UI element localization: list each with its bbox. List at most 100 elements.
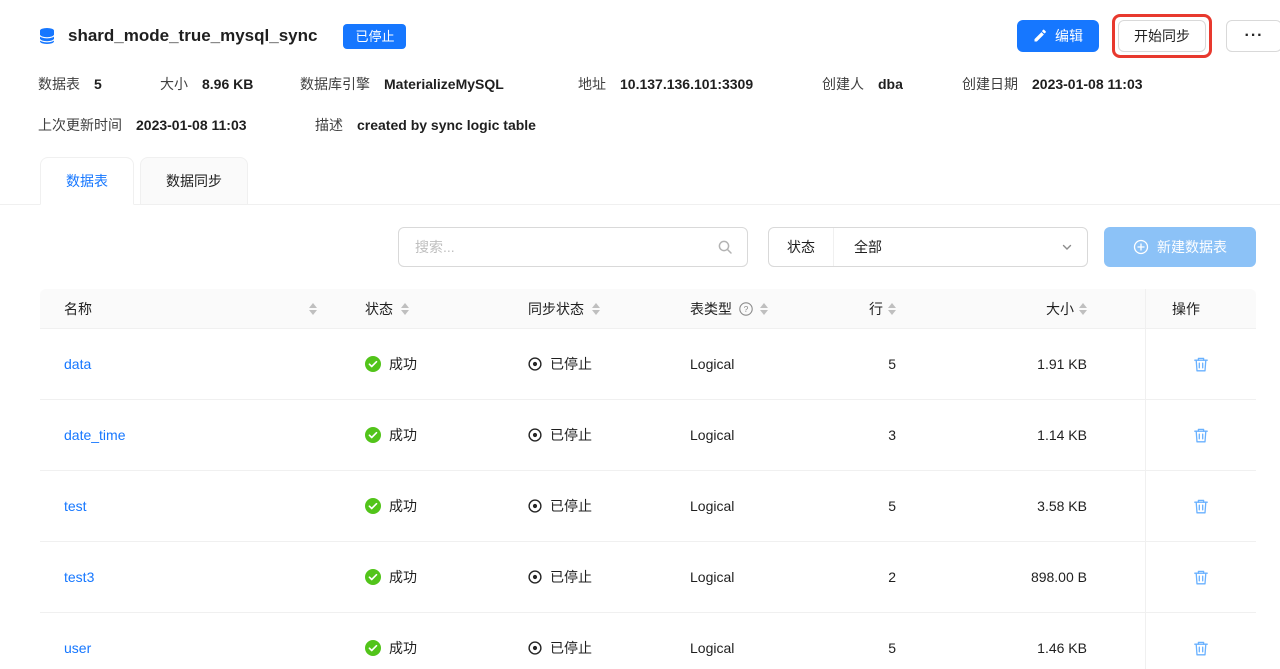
success-check-icon xyxy=(365,569,381,585)
table-row: date_time 成功 已停止 Logical 3 1.14 KB xyxy=(40,400,1256,471)
tab-data-tables[interactable]: 数据表 xyxy=(40,157,134,205)
table-row: test 成功 已停止 Logical 5 3.58 KB xyxy=(40,471,1256,542)
delete-button[interactable] xyxy=(1189,494,1213,519)
table-type-text: Logical xyxy=(690,498,735,514)
status-filter-select[interactable]: 全部 xyxy=(834,237,1087,257)
table-body: data 成功 已停止 Logical 5 1.91 KB date_time … xyxy=(40,329,1256,669)
status-filter-label: 状态 xyxy=(787,239,815,255)
sync-stopped-icon xyxy=(528,357,542,371)
meta-value: 2023-01-08 11:03 xyxy=(136,117,247,133)
meta-value: MaterializeMySQL xyxy=(384,76,504,92)
row-count-text: 2 xyxy=(888,569,896,585)
header-table-type-label: 表类型 xyxy=(690,300,732,317)
header-status-label: 状态 xyxy=(365,300,393,317)
meta-label: 描述 xyxy=(315,117,343,133)
table-type-text: Logical xyxy=(690,356,735,372)
sync-status-text: 已停止 xyxy=(550,569,592,585)
header-actions: 编辑 开始同步 ··· xyxy=(1017,14,1280,58)
header-status[interactable]: 状态 xyxy=(365,289,510,328)
meta-label: 数据库引擎 xyxy=(300,76,370,92)
meta-value: 2023-01-08 11:03 xyxy=(1032,76,1143,92)
table-type-text: Logical xyxy=(690,569,735,585)
page-title: shard_mode_true_mysql_sync xyxy=(68,26,318,45)
delete-button[interactable] xyxy=(1189,423,1213,448)
annotation-highlight: 开始同步 xyxy=(1112,14,1212,58)
header-rows[interactable]: 行 xyxy=(845,289,960,328)
delete-button[interactable] xyxy=(1189,636,1213,661)
delete-button[interactable] xyxy=(1189,352,1213,377)
sync-stopped-icon xyxy=(528,641,542,655)
pencil-icon xyxy=(1033,29,1047,43)
status-badge: 已停止 xyxy=(343,23,407,49)
status-text: 成功 xyxy=(389,498,417,514)
sort-icon[interactable] xyxy=(592,302,600,315)
status-filter-value: 全部 xyxy=(854,239,882,255)
meta-value: 5 xyxy=(94,76,102,92)
status-text: 成功 xyxy=(389,569,417,585)
table-name-link[interactable]: data xyxy=(64,356,91,372)
meta-description: 描述 created by sync logic table xyxy=(315,115,1256,135)
trash-icon xyxy=(1193,569,1209,586)
sort-icon[interactable] xyxy=(1079,302,1087,315)
row-count-text: 5 xyxy=(888,356,896,372)
search-icon[interactable] xyxy=(717,239,733,255)
sync-status-text: 已停止 xyxy=(550,640,592,656)
row-count-text: 5 xyxy=(888,640,896,656)
meta-value: dba xyxy=(878,76,903,92)
chevron-down-icon xyxy=(1061,241,1073,253)
sync-stopped-icon xyxy=(528,499,542,513)
table-name-link[interactable]: test3 xyxy=(64,569,94,585)
row-count-text: 5 xyxy=(888,498,896,514)
metadata-section: 数据表 5 大小 8.96 KB 数据库引擎 MaterializeMySQL … xyxy=(0,74,1280,135)
sort-icon[interactable] xyxy=(760,302,768,315)
header-operations-label: 操作 xyxy=(1172,300,1200,317)
sync-stopped-icon xyxy=(528,428,542,442)
trash-icon xyxy=(1193,356,1209,373)
trash-icon xyxy=(1193,640,1209,657)
start-sync-button[interactable]: 开始同步 xyxy=(1118,20,1206,52)
status-text: 成功 xyxy=(389,427,417,443)
row-count-text: 3 xyxy=(888,427,896,443)
meta-label: 创建人 xyxy=(822,76,864,92)
table-size-text: 1.14 KB xyxy=(1037,427,1087,443)
sync-status-text: 已停止 xyxy=(550,356,592,372)
search-input[interactable] xyxy=(413,238,717,256)
sync-status-text: 已停止 xyxy=(550,427,592,443)
data-tables-table: 名称 状态 同步状态 表类型 ? 行 大小 操作 data 成功 已停止 Log… xyxy=(40,289,1256,669)
table-size-text: 898.00 B xyxy=(1030,569,1087,585)
tab-data-sync[interactable]: 数据同步 xyxy=(140,157,248,205)
meta-size: 大小 8.96 KB xyxy=(160,74,300,94)
header-name[interactable]: 名称 xyxy=(40,289,365,328)
svg-text:?: ? xyxy=(744,304,749,314)
status-text: 成功 xyxy=(389,356,417,372)
edit-button[interactable]: 编辑 xyxy=(1017,20,1099,52)
table-name-link[interactable]: test xyxy=(64,498,87,514)
meta-created-date: 创建日期 2023-01-08 11:03 xyxy=(962,74,1256,94)
sort-icon[interactable] xyxy=(309,302,317,315)
sort-icon[interactable] xyxy=(888,302,896,315)
more-actions-button[interactable]: ··· xyxy=(1226,20,1280,52)
meta-value: 10.137.136.101:3309 xyxy=(620,76,754,92)
sort-icon[interactable] xyxy=(401,302,409,315)
table-name-link[interactable]: date_time xyxy=(64,427,125,443)
table-name-link[interactable]: user xyxy=(64,640,91,656)
success-check-icon xyxy=(365,427,381,443)
header-rows-label: 行 xyxy=(869,300,883,317)
status-filter-group: 状态 全部 xyxy=(768,227,1088,267)
table-size-text: 3.58 KB xyxy=(1037,498,1087,514)
header-sync-status[interactable]: 同步状态 xyxy=(510,289,660,328)
delete-button[interactable] xyxy=(1189,565,1213,590)
database-icon xyxy=(38,27,56,45)
question-circle-icon[interactable]: ? xyxy=(739,301,753,316)
header-table-type[interactable]: 表类型 ? xyxy=(660,289,845,328)
header-size[interactable]: 大小 xyxy=(960,289,1145,328)
sync-stopped-icon xyxy=(528,570,542,584)
toolbar: 状态 全部 新建数据表 xyxy=(0,205,1280,267)
meta-label: 数据表 xyxy=(38,76,80,92)
status-text: 成功 xyxy=(389,640,417,656)
success-check-icon xyxy=(365,498,381,514)
header-size-label: 大小 xyxy=(1046,300,1074,317)
table-type-text: Logical xyxy=(690,640,735,656)
new-table-button[interactable]: 新建数据表 xyxy=(1104,227,1256,267)
meta-last-updated: 上次更新时间 2023-01-08 11:03 xyxy=(38,115,315,135)
